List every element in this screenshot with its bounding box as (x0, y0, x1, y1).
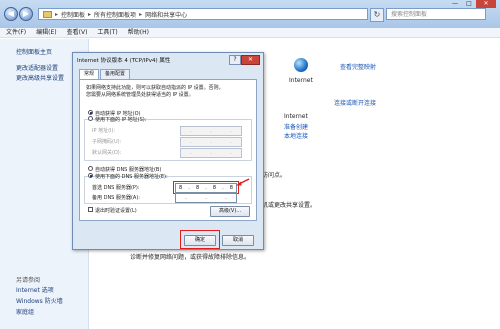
manual-dns-radio[interactable] (88, 173, 93, 178)
alternate-dns-field[interactable]: ... (175, 193, 237, 203)
sidebar-sharing-settings[interactable]: 更改高级共享设置 (16, 73, 64, 82)
homegroup-value[interactable]: 准备创建 (284, 122, 308, 131)
forward-arrow-icon[interactable]: ▶ (19, 7, 33, 21)
internet-label: Internet (289, 77, 313, 84)
alternate-dns-label: 备用 DNS 服务器(A): (92, 195, 140, 201)
sidebar-home-link[interactable]: 控制面板主页 (16, 47, 52, 56)
dialog-tabs: 常规 备用配置 (79, 69, 131, 79)
breadcrumb-control-panel[interactable]: 控制面板 (61, 10, 85, 19)
view-full-map-link[interactable]: 查看完整映射 (340, 62, 376, 71)
address-bar[interactable]: ▸ 控制面板 ▸ 所有控制面板项 ▸ 网络和共享中心 (38, 8, 368, 20)
menu-view[interactable]: 查看(V) (67, 28, 88, 37)
cancel-button[interactable]: 取消 (222, 235, 254, 246)
preferred-dns-label: 首选 DNS 服务器(P): (92, 185, 140, 191)
manual-ip-radio[interactable] (88, 116, 93, 121)
menu-bar: 文件(F) 编辑(E) 查看(V) 工具(T) 帮助(H) (0, 28, 500, 38)
close-window-button[interactable]: ✕ (476, 0, 496, 8)
ipv4-properties-dialog: Internet 协议版本 4 (TCP/IPv4) 属性 ? ✕ 常规 备用配… (72, 52, 264, 250)
sidebar-adapter-settings[interactable]: 更改适配器设置 (16, 63, 58, 72)
gateway-label: 默认网关(D): (92, 150, 122, 156)
maximize-button[interactable]: □ (462, 0, 476, 8)
partial-text-1: 访问点。 (262, 172, 287, 179)
sidebar-firewall[interactable]: Windows 防火墙 (16, 296, 63, 305)
refresh-icon[interactable]: ↻ (370, 8, 384, 22)
folder-icon (43, 10, 52, 18)
minimize-button[interactable]: — (448, 0, 462, 8)
breadcrumb-all-items[interactable]: 所有控制面板项 (94, 10, 136, 19)
tab-alternate-config[interactable]: 备用配置 (100, 69, 131, 79)
internet-globe-icon (294, 58, 308, 72)
gateway-field[interactable]: ... (180, 148, 242, 158)
auto-ip-radio[interactable] (88, 110, 93, 115)
sidebar-internet-options[interactable]: Internet 选项 (16, 285, 54, 294)
breadcrumb-network-center[interactable]: 网络和共享中心 (145, 10, 187, 19)
menu-file[interactable]: 文件(F) (6, 28, 26, 37)
explorer-titlebar: ◀ ▶ ▸ 控制面板 ▸ 所有控制面板项 ▸ 网络和共享中心 ↻ 搜索控制面板 … (0, 0, 500, 29)
description-line-1: 如果网络支持此功能，则可以获取自动指派的 IP 设置。否则， (86, 85, 224, 91)
partial-text-2: 机或更改共享设置。 (262, 202, 317, 209)
description-line-2: 您需要从网络系统管理员处获得适当的 IP 设置。 (86, 92, 194, 98)
auto-dns-radio[interactable] (88, 166, 93, 171)
connect-disconnect-link[interactable]: 连接或断开连接 (334, 98, 376, 107)
advanced-button[interactable]: 高级(V)... (210, 206, 250, 217)
menu-help[interactable]: 帮助(H) (128, 28, 149, 37)
ip-address-label: IP 地址(I): (92, 128, 116, 134)
local-connection-link[interactable]: 本地连接 (284, 131, 308, 140)
dialog-close-button[interactable]: ✕ (241, 55, 260, 65)
see-also-heading: 另请参阅 (16, 277, 41, 284)
ok-button-highlight (180, 230, 220, 249)
general-panel: 如果网络支持此功能，则可以获取自动指派的 IP 设置。否则， 您需要从网络系统管… (79, 79, 257, 221)
auto-dns-label: 自动获得 DNS 服务器地址(B) (95, 167, 162, 173)
search-input[interactable]: 搜索控制面板 (386, 8, 486, 20)
validate-checkbox[interactable] (88, 207, 93, 212)
menu-edit[interactable]: 编辑(E) (36, 28, 56, 37)
troubleshoot-text: 诊断并修复网络问题，或获得故障排除信息。 (130, 254, 251, 261)
tab-general[interactable]: 常规 (79, 69, 100, 79)
access-type-value: Internet (284, 113, 308, 120)
subnet-mask-field[interactable]: ... (180, 137, 242, 147)
manual-dns-label: 使用下面的 DNS 服务器地址(E): (95, 174, 168, 180)
subnet-mask-label: 子网掩码(U): (92, 139, 122, 145)
back-arrow-icon[interactable]: ◀ (4, 7, 18, 21)
dialog-title: Internet 协议版本 4 (TCP/IPv4) 属性 (77, 58, 171, 64)
menu-tools[interactable]: 工具(T) (97, 28, 117, 37)
sidebar-homegroup[interactable]: 家庭组 (16, 307, 34, 316)
help-button[interactable]: ? (229, 55, 241, 65)
ip-address-field[interactable]: ... (180, 126, 242, 136)
validate-label: 退出时验证设置(L) (95, 208, 137, 214)
manual-ip-label: 使用下面的 IP 地址(S): (95, 117, 147, 123)
red-arrow-icon (236, 178, 250, 186)
